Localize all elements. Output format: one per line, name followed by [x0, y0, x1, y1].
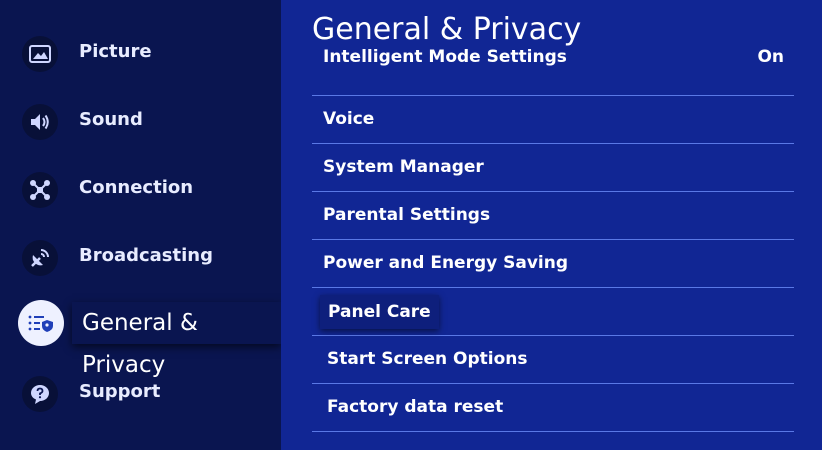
menu-item-label: Start Screen Options [327, 349, 528, 369]
network-icon [22, 172, 58, 208]
menu-item-power-energy[interactable]: Power and Energy Saving [312, 240, 794, 288]
support-icon [22, 376, 58, 412]
menu-item-label: Voice [323, 109, 375, 129]
menu-item-parental-settings[interactable]: Parental Settings [312, 192, 794, 240]
menu-item-system-manager[interactable]: System Manager [312, 144, 794, 192]
sidebar-item-picture[interactable]: Picture [0, 22, 281, 82]
sidebar-item-general-privacy[interactable]: General & Privacy [0, 294, 281, 378]
sidebar-item-connection[interactable]: Connection [0, 158, 281, 218]
menu-item-value: On [757, 47, 784, 67]
broadcast-icon [22, 240, 58, 276]
sidebar-item-label: Connection [79, 177, 194, 198]
menu-item-panel-care[interactable]: Panel Care [312, 288, 794, 336]
menu-item-intelligent-mode[interactable]: Intelligent Mode Settings On [312, 47, 794, 96]
menu-item-label: Panel Care [320, 295, 439, 329]
sidebar-item-label: Support [79, 381, 161, 402]
menu-item-label: Parental Settings [323, 205, 491, 225]
menu-item-start-screen-options[interactable]: Start Screen Options [312, 336, 794, 384]
settings-sidebar: Picture Sound Connection Broadcasting Ge… [0, 0, 281, 450]
speaker-icon [22, 104, 58, 140]
sidebar-item-label: General & Privacy [72, 302, 281, 378]
menu-item-label: Intelligent Mode Settings [323, 47, 567, 67]
menu-item-factory-reset[interactable]: Factory data reset [312, 384, 794, 432]
sidebar-item-label: Broadcasting [79, 245, 213, 266]
menu-item-label: Factory data reset [327, 397, 504, 417]
sidebar-item-label: Picture [79, 41, 152, 62]
menu-item-label: System Manager [323, 157, 484, 177]
general-privacy-icon [18, 300, 64, 346]
sidebar-item-sound[interactable]: Sound [0, 90, 281, 150]
tv-settings-screen: Picture Sound Connection Broadcasting Ge… [0, 0, 822, 450]
sidebar-item-label: Sound [79, 109, 143, 130]
settings-panel: General & Privacy Intelligent Mode Setti… [281, 0, 822, 450]
menu-item-voice[interactable]: Voice [312, 96, 794, 144]
picture-icon [22, 36, 58, 72]
screen-border [822, 0, 827, 450]
sidebar-item-support[interactable]: Support [0, 362, 281, 422]
menu-item-label: Power and Energy Saving [323, 253, 569, 273]
sidebar-item-broadcasting[interactable]: Broadcasting [0, 226, 281, 286]
